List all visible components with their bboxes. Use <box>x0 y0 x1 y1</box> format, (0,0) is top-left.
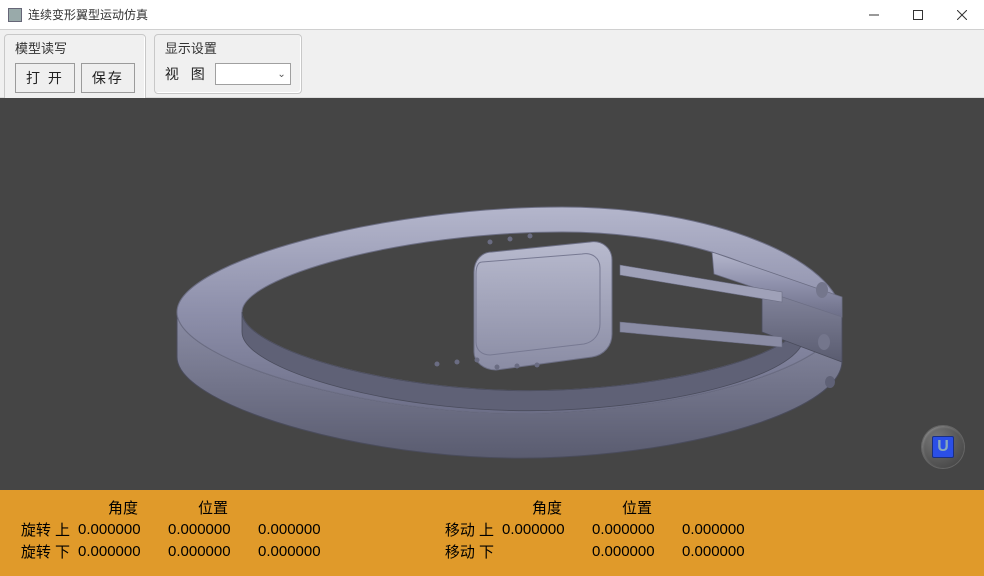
window-controls <box>852 0 984 29</box>
row-label: 旋转 上 <box>10 519 78 540</box>
minimize-button[interactable] <box>852 0 896 29</box>
row-value: 0.000000 <box>258 543 348 560</box>
maximize-button[interactable] <box>896 0 940 29</box>
viewport-3d[interactable]: U <box>0 98 984 490</box>
row-value: 0.000000 <box>682 521 772 538</box>
group-display-title: 显示设置 <box>165 38 291 57</box>
row-value: 0.000000 <box>78 543 168 560</box>
status-row: 旋转 上 0.000000 0.000000 0.000000 移动 上 0.0… <box>10 518 974 540</box>
open-button[interactable]: 打 开 <box>15 63 75 93</box>
row-label: 旋转 下 <box>10 541 78 562</box>
group-display: 显示设置 视 图 ⌄ <box>154 34 302 94</box>
save-button[interactable]: 保存 <box>81 63 135 93</box>
viewcube-letter: U <box>932 436 954 458</box>
row-value: 0.000000 <box>682 543 772 560</box>
row-label: 移动 上 <box>434 519 502 540</box>
row-label: 移动 下 <box>434 541 502 562</box>
row-value: 0.000000 <box>592 543 682 560</box>
viewcube[interactable]: U <box>922 426 964 468</box>
toolbar: 模型读写 打 开 保存 显示设置 视 图 ⌄ <box>0 30 984 98</box>
header-angle-left: 角度 <box>78 497 168 518</box>
row-value: 0.000000 <box>168 521 258 538</box>
row-value: 0.000000 <box>258 521 348 538</box>
row-value: 0.000000 <box>168 543 258 560</box>
status-bar: 角度 位置 角度 位置 旋转 上 0.000000 0.000000 0.000… <box>0 490 984 576</box>
status-row: 旋转 下 0.000000 0.000000 0.000000 移动 下 0.0… <box>10 540 974 562</box>
titlebar: 连续变形翼型运动仿真 <box>0 0 984 30</box>
model-render <box>122 182 862 462</box>
row-value: 0.000000 <box>78 521 168 538</box>
status-header-row: 角度 位置 角度 位置 <box>10 496 974 518</box>
group-model-io-title: 模型读写 <box>15 38 135 57</box>
header-pos-right: 位置 <box>592 497 682 518</box>
header-angle-right: 角度 <box>502 497 592 518</box>
window-title: 连续变形翼型运动仿真 <box>28 6 852 23</box>
chevron-down-icon: ⌄ <box>277 69 285 80</box>
row-value: 0.000000 <box>592 521 682 538</box>
view-combo[interactable]: ⌄ <box>215 63 291 85</box>
group-model-io: 模型读写 打 开 保存 <box>4 34 146 102</box>
header-pos-left: 位置 <box>168 497 258 518</box>
app-icon <box>8 8 22 22</box>
row-value: 0.000000 <box>502 521 592 538</box>
close-button[interactable] <box>940 0 984 29</box>
view-label: 视 图 <box>165 64 209 84</box>
